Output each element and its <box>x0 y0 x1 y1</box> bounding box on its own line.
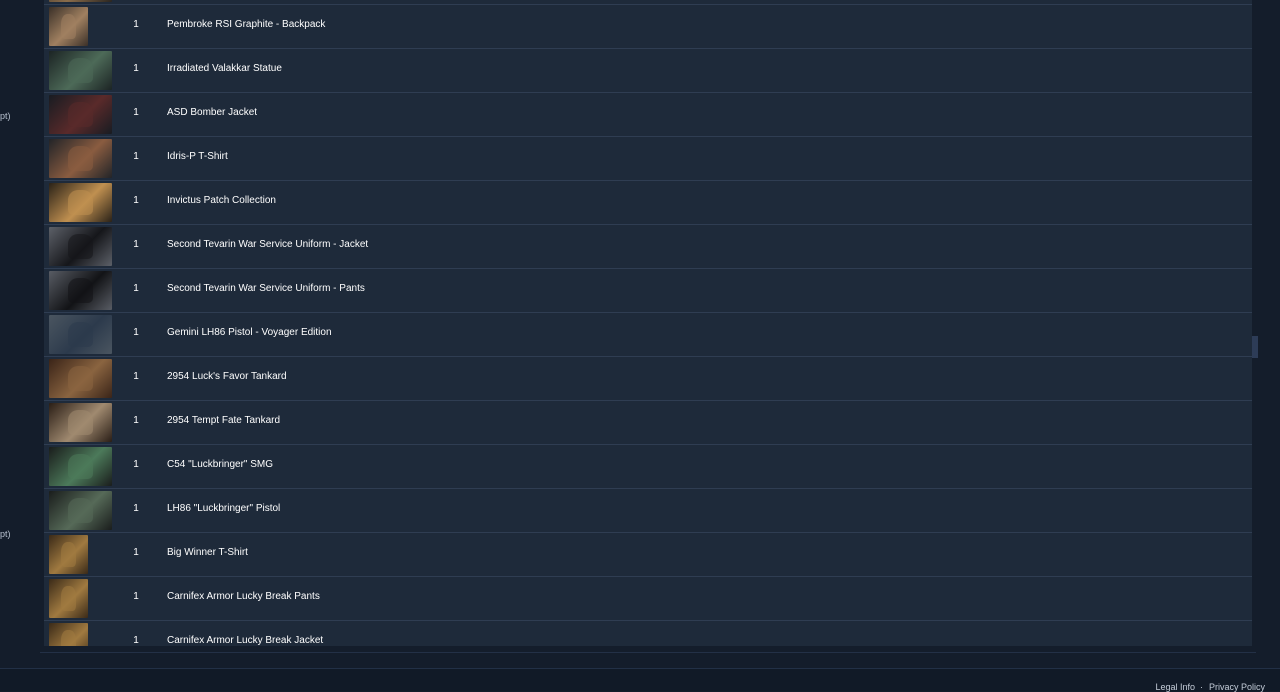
item-name: Second Tevarin War Service Uniform - Pan… <box>167 283 365 294</box>
item-row: 1 2954 Tempt Fate Tankard <box>44 400 1252 444</box>
item-row: 1 Gemini LH86 Pistol - Voyager Edition <box>44 312 1252 356</box>
item-row: 1 C54 "Luckbringer" SMG <box>44 444 1252 488</box>
item-quantity: 1 <box>133 107 139 118</box>
item-thumbnail[interactable] <box>49 491 112 530</box>
item-quantity: 1 <box>133 459 139 470</box>
thumbnail-figure <box>67 498 94 523</box>
item-thumbnail[interactable] <box>49 623 88 646</box>
item-thumbnail[interactable] <box>49 271 112 310</box>
item-quantity: 1 <box>133 415 139 426</box>
thumbnail-figure <box>67 366 94 391</box>
item-name: Carnifex Armor Lucky Break Jacket <box>167 635 324 646</box>
item-row: 1 Pembroke RSI Graphite - Backpack <box>44 4 1252 48</box>
item-quantity: 1 <box>133 591 139 602</box>
item-name: Carnifex Armor Lucky Break Pants <box>167 591 320 602</box>
item-thumbnail[interactable] <box>49 183 112 222</box>
item-quantity: 1 <box>133 195 139 206</box>
item-row: 1 Irradiated Valakkar Statue <box>44 48 1252 92</box>
item-row: 1 Second Tevarin War Service Uniform - Ja… <box>44 224 1252 268</box>
footer-separator: · <box>1199 682 1203 692</box>
item-thumbnail[interactable] <box>49 51 112 90</box>
privacy-policy-link[interactable]: Privacy Policy <box>1209 682 1265 692</box>
item-thumbnail[interactable] <box>49 315 112 354</box>
item-name: Pembroke RSI Graphite - Backpack <box>167 19 326 30</box>
item-name: Idris-P T-Shirt <box>167 151 228 162</box>
item-row: 1 2954 Luck's Favor Tankard <box>44 356 1252 400</box>
item-row: 1 Big Winner T-Shirt <box>44 532 1252 576</box>
item-name: 2954 Luck's Favor Tankard <box>167 371 287 382</box>
item-name: ASD Bomber Jacket <box>167 107 258 118</box>
footer: Legal Info · Privacy Policy <box>0 668 1280 692</box>
sidebar-fragment: pt) <box>0 529 11 539</box>
divider <box>40 652 1256 653</box>
item-name: C54 "Luckbringer" SMG <box>167 459 274 470</box>
sidebar-fragment: pt) <box>0 111 11 121</box>
item-quantity: 1 <box>133 283 139 294</box>
scrollbar-thumb[interactable] <box>1252 336 1258 358</box>
item-quantity: 1 <box>133 151 139 162</box>
thumbnail-figure <box>67 102 94 127</box>
thumbnail-figure <box>67 410 94 435</box>
item-thumbnail[interactable] <box>49 359 112 398</box>
item-name: Gemini LH86 Pistol - Voyager Edition <box>167 327 332 338</box>
footer-links: Legal Info · Privacy Policy <box>1149 682 1265 692</box>
thumbnail-figure <box>67 278 94 303</box>
item-name: Invictus Patch Collection <box>167 195 276 206</box>
item-quantity: 1 <box>133 503 139 514</box>
item-name: 2954 Tempt Fate Tankard <box>167 415 281 426</box>
item-row: 1 LH86 "Luckbringer" Pistol <box>44 488 1252 532</box>
item-thumbnail[interactable] <box>49 447 112 486</box>
item-row: 1 ASD Bomber Jacket <box>44 92 1252 136</box>
thumbnail-figure <box>67 146 94 171</box>
item-quantity: 1 <box>133 19 139 30</box>
item-thumbnail[interactable] <box>49 579 88 618</box>
item-name: LH86 "Luckbringer" Pistol <box>167 503 281 514</box>
item-row: 1 Second Tevarin War Service Uniform - Pa… <box>44 268 1252 312</box>
item-quantity: 1 <box>133 547 139 558</box>
thumbnail-figure <box>60 586 77 611</box>
item-thumbnail[interactable] <box>49 95 112 134</box>
item-row: 1 Idris-P T-Shirt <box>44 136 1252 180</box>
item-row: 1 Carnifex Armor Lucky Break Jacket <box>44 620 1252 646</box>
pledge-items-list: 1Pembroke RSI Graphite - Backpack1Pembro… <box>44 0 1252 646</box>
item-row: 1 Carnifex Armor Lucky Break Pants <box>44 576 1252 620</box>
item-quantity: 1 <box>133 327 139 338</box>
item-quantity: 1 <box>133 239 139 250</box>
thumbnail-figure <box>60 542 77 567</box>
thumbnail-figure <box>67 234 94 259</box>
item-quantity: 1 <box>133 371 139 382</box>
thumbnail-figure <box>67 454 94 479</box>
thumbnail-figure <box>60 630 77 646</box>
thumbnail-figure <box>67 58 94 83</box>
scrollbar-track[interactable] <box>1252 0 1258 646</box>
items-rows: 1Pembroke RSI Graphite - Backpack1Pembro… <box>44 0 1252 646</box>
legal-info-link[interactable]: Legal Info <box>1155 682 1195 692</box>
item-thumbnail[interactable] <box>49 7 88 46</box>
item-quantity: 1 <box>133 635 139 646</box>
item-row: 1 Invictus Patch Collection <box>44 180 1252 224</box>
item-quantity: 1 <box>133 63 139 74</box>
item-thumbnail[interactable] <box>49 227 112 266</box>
item-name: Second Tevarin War Service Uniform - Jac… <box>167 239 369 250</box>
item-thumbnail[interactable] <box>49 0 112 2</box>
item-name: Irradiated Valakkar Statue <box>167 63 282 74</box>
item-name: Big Winner T-Shirt <box>167 547 248 558</box>
item-thumbnail[interactable] <box>49 139 112 178</box>
item-thumbnail[interactable] <box>49 403 112 442</box>
item-thumbnail[interactable] <box>49 535 88 574</box>
thumbnail-figure <box>67 322 94 347</box>
thumbnail-figure <box>67 190 94 215</box>
thumbnail-figure <box>60 14 77 39</box>
